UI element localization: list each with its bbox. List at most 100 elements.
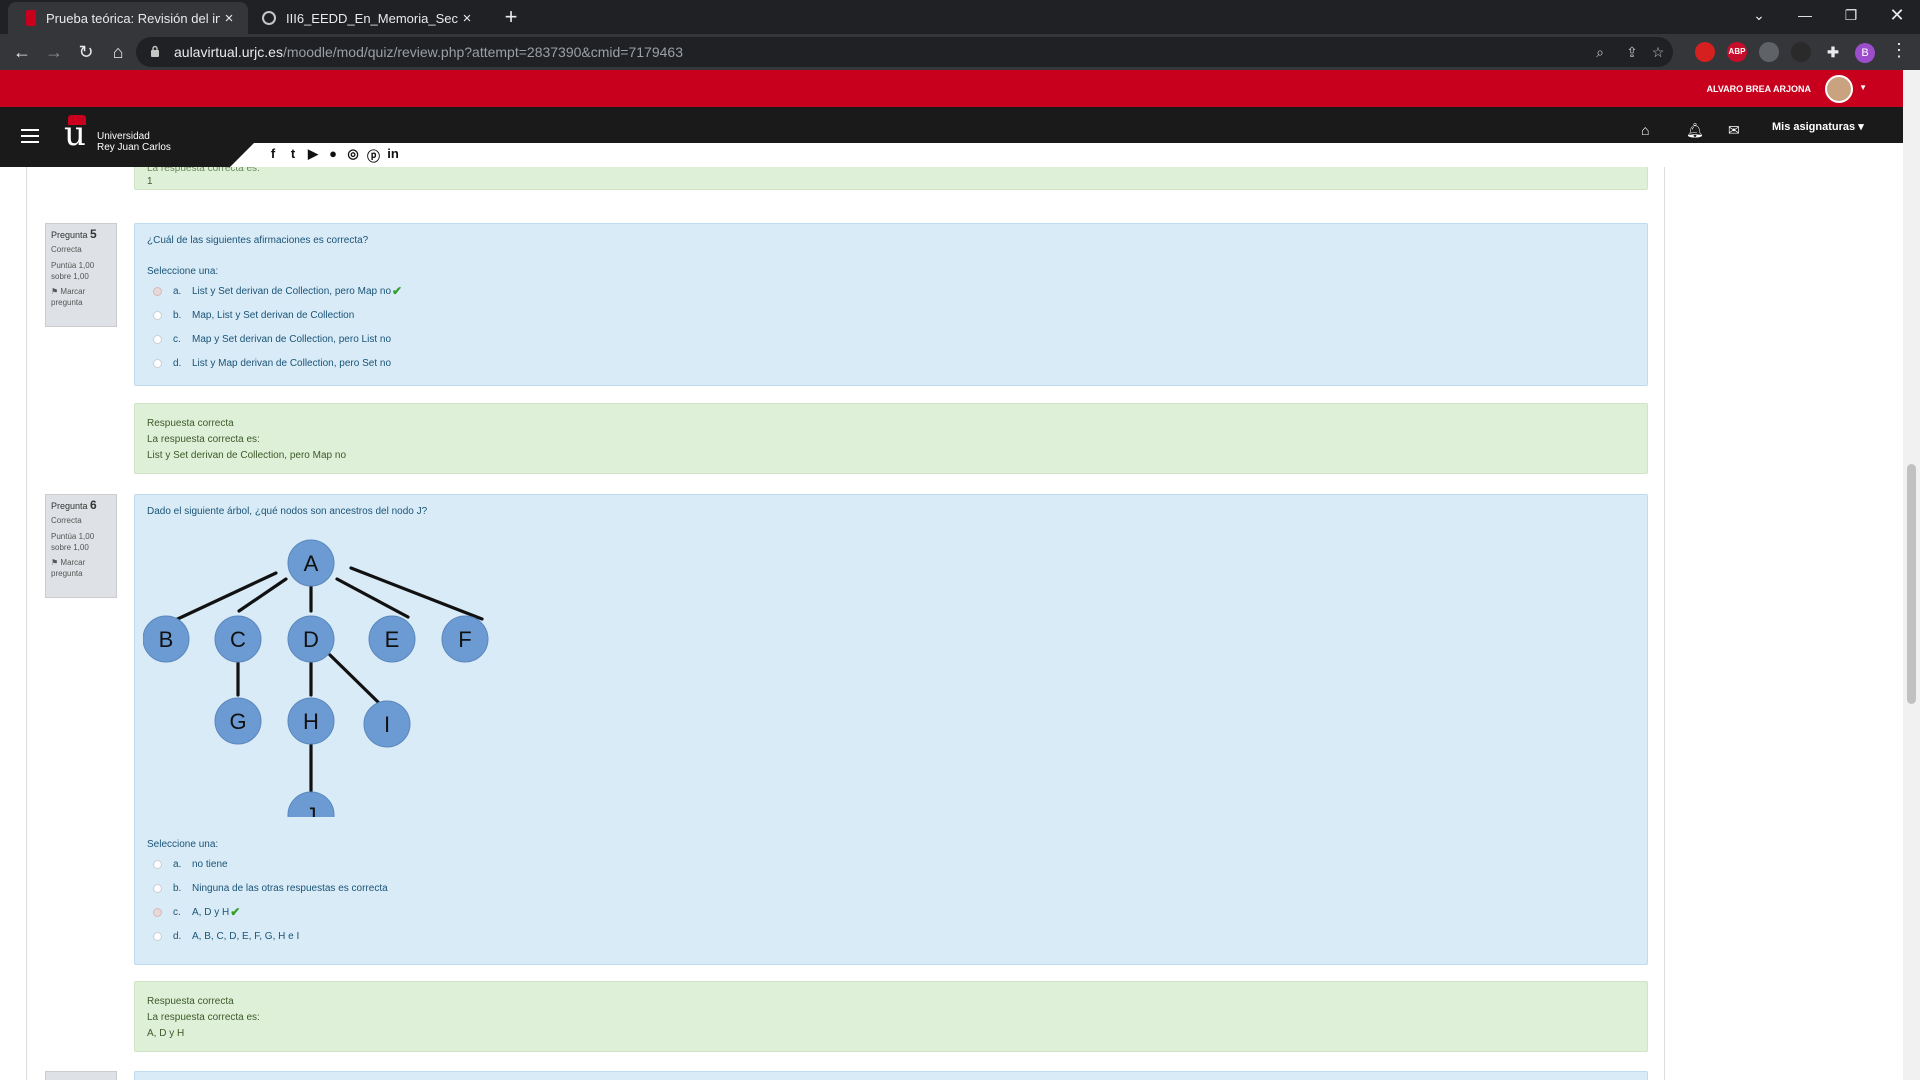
home-icon[interactable]: ⌂ xyxy=(104,38,132,66)
close-window-icon[interactable]: ✕ xyxy=(1874,0,1920,30)
user-avatar[interactable] xyxy=(1825,75,1853,103)
social-links: f t ▶ ● ◎ ⓟ in xyxy=(267,146,399,165)
url-text: aulavirtual.urjc.es/moodle/mod/quiz/revi… xyxy=(174,44,683,60)
forward-icon[interactable]: → xyxy=(40,38,68,66)
openai-extension-icon[interactable] xyxy=(1759,42,1779,62)
prev-feedback-label: La respuesta correcta es: xyxy=(147,167,260,174)
radio-button[interactable] xyxy=(153,334,162,344)
question-info-6: Pregunta 6 Correcta Puntúa 1,00 sobre 1,0… xyxy=(45,494,117,598)
instagram-icon[interactable]: ◎ xyxy=(347,146,359,165)
tab-memoria-secundaria[interactable]: III6_EEDD_En_Memoria_Secundar × xyxy=(252,2,486,34)
flag-icon: ⚑ xyxy=(51,287,59,296)
feedback-answer: A, D y H xyxy=(147,1028,185,1039)
quiz-review-content: La respuesta correcta es: 1 Pregunta 5 C… xyxy=(26,167,1665,1080)
envelope-icon[interactable]: ✉ xyxy=(1728,122,1740,139)
feedback-state: Respuesta correcta xyxy=(147,996,234,1007)
answer-option[interactable]: a. List y Set derivan de Collection, pero… xyxy=(147,279,1635,303)
new-tab-button[interactable]: + xyxy=(498,4,524,30)
radio-button[interactable] xyxy=(153,310,162,320)
edge-d-i xyxy=(328,653,380,704)
checkmark-icon: ✔ xyxy=(392,284,403,298)
question-formulation-5: ¿Cuál de las siguientes afirmaciones es … xyxy=(134,223,1648,386)
courses-menu[interactable]: Mis asignaturas ▾ xyxy=(1772,120,1864,133)
caret-down-icon[interactable]: ▼ xyxy=(1859,83,1867,92)
question-feedback-6: Respuesta correcta La respuesta correcta… xyxy=(134,981,1648,1052)
url-host: aulavirtual.urjc.es xyxy=(174,44,283,60)
answer-option[interactable]: c. A, D y H ✔ xyxy=(147,900,747,924)
feedback-label: La respuesta correcta es: xyxy=(147,434,260,445)
adblock-plus-icon[interactable]: ABP xyxy=(1727,42,1747,62)
flickr-icon[interactable]: ● xyxy=(327,146,339,165)
tree-node-label: B xyxy=(159,627,174,652)
radio-button[interactable] xyxy=(153,358,162,368)
tree-node-label: J xyxy=(306,803,317,817)
question-state: Correcta xyxy=(51,245,82,254)
tab-title: Prueba teórica: Revisión del inter xyxy=(46,10,220,26)
question-number: Pregunta 5 xyxy=(51,227,97,241)
tab-title: III6_EEDD_En_Memoria_Secundar xyxy=(286,10,458,26)
back-icon[interactable]: ← xyxy=(8,38,36,66)
profile-avatar[interactable]: B xyxy=(1855,43,1875,63)
tree-node-label: G xyxy=(229,709,246,734)
twitter-icon[interactable]: t xyxy=(287,146,299,165)
user-name[interactable]: ALVARO BREA ARJONA xyxy=(1706,84,1811,94)
spy-extension-icon[interactable] xyxy=(1791,42,1811,62)
globe-icon xyxy=(262,11,276,25)
extensions-puzzle-icon[interactable]: ✚ xyxy=(1823,42,1843,62)
radio-button[interactable] xyxy=(153,931,162,941)
tree-diagram: A B C D E F G H I J xyxy=(143,539,489,817)
answer-prompt: Seleccione una: xyxy=(147,266,219,277)
bookmark-star-icon[interactable]: ☆ xyxy=(1648,42,1668,62)
question-state: Correcta xyxy=(51,516,82,525)
bell-icon[interactable]: 🔔︎ xyxy=(1686,122,1704,139)
close-tab-icon[interactable]: × xyxy=(220,10,238,27)
tree-node-label: H xyxy=(303,709,319,734)
feedback-answer: List y Set derivan de Collection, pero M… xyxy=(147,450,346,461)
question-grade: Puntúa 1,00 sobre 1,00 xyxy=(51,532,95,552)
linkedin-icon[interactable]: in xyxy=(387,146,399,165)
radio-button[interactable] xyxy=(153,907,162,917)
close-tab-icon[interactable]: × xyxy=(458,10,476,27)
tree-node-label: A xyxy=(304,551,319,576)
question-text: ¿Cuál de las siguientes afirmaciones es … xyxy=(147,235,369,246)
minimize-icon[interactable]: — xyxy=(1782,0,1828,30)
edge-a-c xyxy=(237,577,288,613)
edge-a-f xyxy=(349,566,484,621)
radio-button[interactable] xyxy=(153,286,162,296)
browser-menu-icon[interactable]: ⋮ xyxy=(1890,40,1908,61)
flag-question-link[interactable]: ⚑ Marcar pregunta xyxy=(51,286,111,308)
tab-search-icon[interactable]: ⌄ xyxy=(1736,0,1782,30)
hand-stop-extension-icon[interactable] xyxy=(1695,42,1715,62)
reload-icon[interactable]: ↻ xyxy=(72,38,100,66)
scrollbar-thumb[interactable] xyxy=(1907,464,1916,704)
share-icon[interactable]: ⇪ xyxy=(1622,42,1642,62)
youtube-icon[interactable]: ▶ xyxy=(307,146,319,165)
radio-button[interactable] xyxy=(153,859,162,869)
radio-button[interactable] xyxy=(153,883,162,893)
flag-icon: ⚑ xyxy=(51,558,59,567)
answer-option[interactable]: a. no tiene xyxy=(147,852,747,876)
pinterest-icon[interactable]: ⓟ xyxy=(367,146,380,165)
answer-option[interactable]: d. List y Map derivan de Collection, pero… xyxy=(147,351,1635,375)
tab-quiz-review[interactable]: Prueba teórica: Revisión del inter × xyxy=(8,2,248,34)
page-scrollbar[interactable] xyxy=(1903,70,1920,1080)
tree-node-label: F xyxy=(458,627,471,652)
flag-question-link[interactable]: ⚑ Marcar pregunta xyxy=(51,557,111,579)
social-strip xyxy=(230,143,1903,167)
restore-icon[interactable]: ❐ xyxy=(1828,0,1874,30)
home-nav-icon[interactable]: ⌂ xyxy=(1641,122,1649,138)
answer-option[interactable]: b. Ninguna de las otras respuestas es cor… xyxy=(147,876,747,900)
answer-option[interactable]: d. A, B, C, D, E, F, G, H e I xyxy=(147,924,747,948)
feedback-label: La respuesta correcta es: xyxy=(147,1012,260,1023)
hamburger-menu-icon[interactable] xyxy=(21,129,39,143)
facebook-icon[interactable]: f xyxy=(267,146,279,165)
urjc-logo[interactable]: u xyxy=(64,117,86,151)
question-info-7 xyxy=(45,1071,117,1080)
tree-node-label: I xyxy=(384,712,390,737)
answer-option[interactable]: b. Map, List y Set derivan de Collection xyxy=(147,303,1635,327)
address-bar[interactable]: aulavirtual.urjc.es/moodle/mod/quiz/revi… xyxy=(136,37,1673,67)
question-formulation-7 xyxy=(134,1071,1648,1080)
zoom-icon[interactable]: ⌕ xyxy=(1590,42,1610,62)
answer-option[interactable]: c. Map y Set derivan de Collection, pero … xyxy=(147,327,1635,351)
browser-tab-strip: Prueba teórica: Revisión del inter × III… xyxy=(0,0,1920,34)
